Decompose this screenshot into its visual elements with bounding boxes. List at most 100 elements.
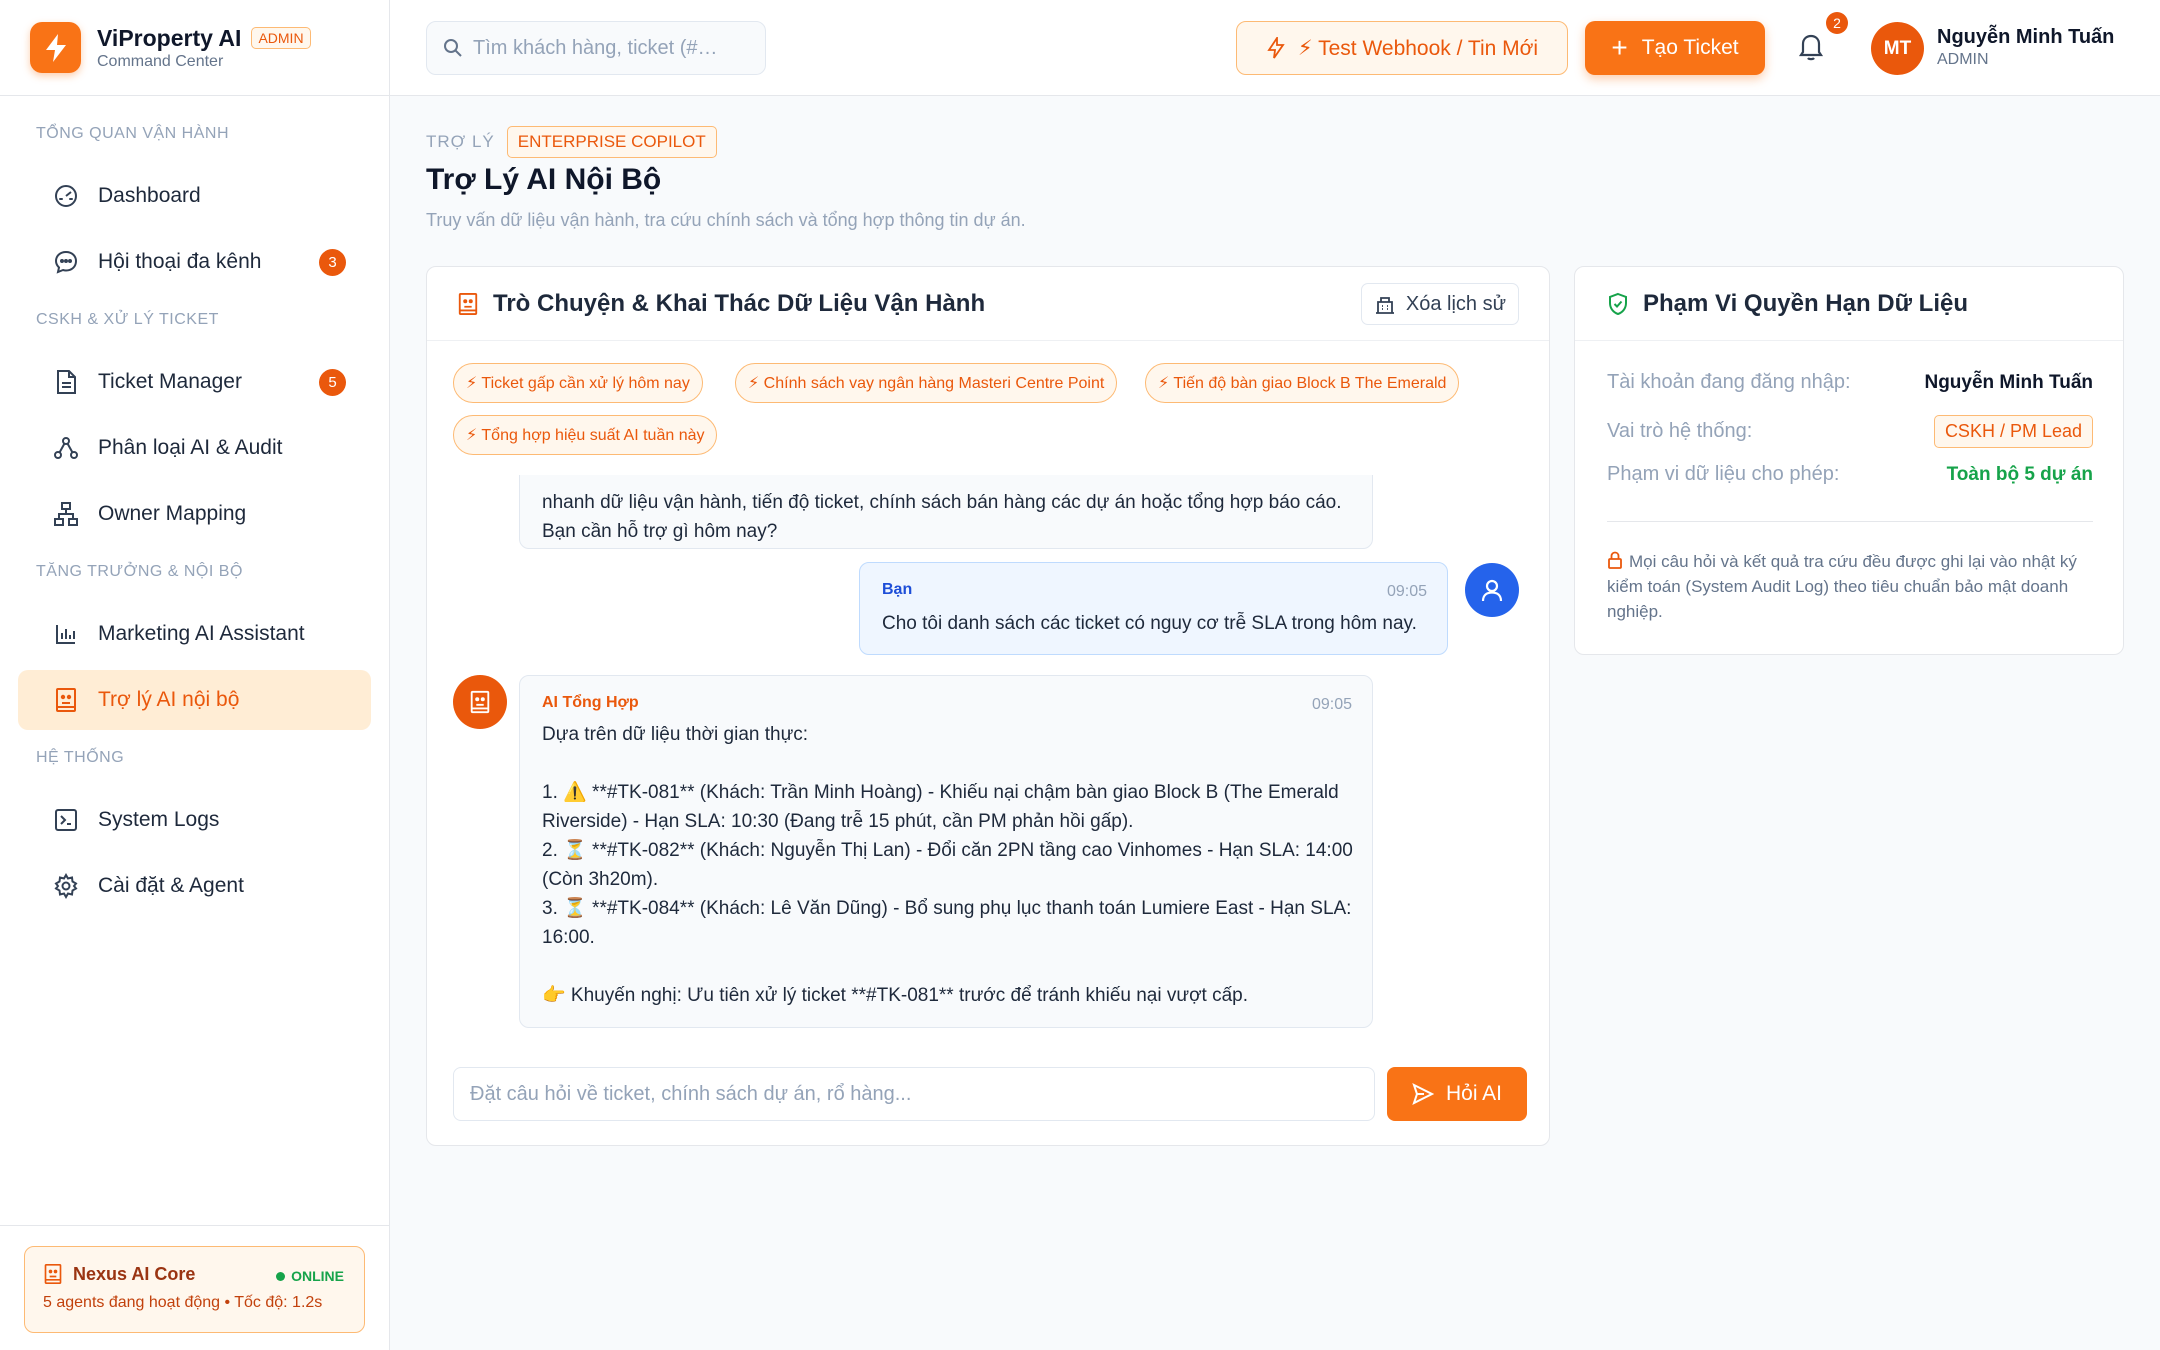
- message-text: Cho tôi danh sách các ticket có nguy cơ …: [882, 613, 1417, 634]
- sidebar-item-label: Dashboard: [98, 184, 201, 207]
- sidebar-item-marketing-ai[interactable]: Marketing AI Assistant: [18, 604, 371, 664]
- status-dot-icon: [276, 1271, 286, 1281]
- scope-row-role: Vai trò hệ thống: CSKH / PM Lead: [1607, 415, 2093, 448]
- scope-panel-header: Phạm Vi Quyền Hạn Dữ Liệu: [1575, 267, 2123, 341]
- sidebar: ViProperty AI ADMIN Command Center TỔNG …: [0, 0, 390, 1350]
- test-webhook-button[interactable]: ⚡ Test Webhook / Tin Mới: [1236, 21, 1568, 75]
- create-ticket-label: Tạo Ticket: [1641, 36, 1739, 59]
- sidebar-item-label: Owner Mapping: [98, 502, 247, 525]
- core-description: 5 agents đang hoạt động • Tốc độ: 1.2s: [43, 1294, 323, 1311]
- ai-message-bubble: AI Tổng Hợp 09:05 Dựa trên dữ liệu thời …: [519, 675, 1373, 1028]
- message-text: Dựa trên dữ liệu thời gian thực: 1. ⚠️ *…: [542, 724, 1353, 1006]
- user-role: ADMIN: [1937, 51, 1989, 68]
- ask-ai-button[interactable]: Hỏi AI: [1387, 1067, 1527, 1121]
- clear-history-button[interactable]: Xóa lịch sử: [1360, 283, 1519, 325]
- bell-icon[interactable]: [1796, 30, 1826, 62]
- sidebar-item-label: Trợ lý AI nội bộ: [98, 688, 240, 711]
- chat-panel-title: Trò Chuyện & Khai Thác Dữ Liệu Vận Hành: [493, 289, 986, 317]
- role-badge: CSKH / PM Lead: [1933, 415, 2093, 448]
- ticket-count-badge: 5: [319, 369, 346, 396]
- nodes-icon: [52, 434, 80, 462]
- page-description: Truy vấn dữ liệu vận hành, tra cứu chính…: [426, 210, 1026, 230]
- lock-icon: [1607, 551, 1623, 569]
- user-avatar[interactable]: MT: [1871, 22, 1924, 75]
- suggestion-chip[interactable]: ⚡ Chính sách vay ngân hàng Masteri Centr…: [735, 363, 1118, 403]
- online-status: ONLINE: [276, 1268, 344, 1284]
- scope-divider: [1607, 521, 2093, 522]
- sidebar-item-dashboard[interactable]: Dashboard: [18, 166, 371, 226]
- enterprise-copilot-badge: ENTERPRISE COPILOT: [506, 126, 717, 158]
- data-scope-panel: Phạm Vi Quyền Hạn Dữ Liệu Tài khoản đang…: [1574, 266, 2124, 655]
- user-message-bubble: Bạn 09:05 Cho tôi danh sách các ticket c…: [859, 562, 1448, 655]
- message-list[interactable]: nhanh dữ liệu vận hành, tiến độ ticket, …: [427, 475, 1549, 1035]
- bar-chart-icon: [52, 620, 80, 648]
- gauge-icon: [52, 182, 80, 210]
- user-avatar-icon: [1465, 563, 1519, 617]
- shield-check-icon: [1607, 292, 1629, 316]
- user-name: Nguyễn Minh Tuấn: [1937, 26, 2115, 48]
- nav-section-title: TỔNG QUAN VẬN HÀNH: [36, 125, 230, 142]
- terminal-icon: [52, 806, 80, 834]
- sidebar-item-settings-agent[interactable]: Cài đặt & Agent: [18, 856, 371, 916]
- audit-note: Mọi câu hỏi và kết quả tra cứu đều được …: [1607, 549, 2093, 624]
- ai-message-bubble: nhanh dữ liệu vận hành, tiến độ ticket, …: [519, 475, 1373, 549]
- sidebar-item-label: Marketing AI Assistant: [98, 622, 305, 645]
- sidebar-item-internal-ai[interactable]: Trợ lý AI nội bộ: [18, 670, 371, 730]
- notification-count-badge: 2: [1826, 12, 1848, 34]
- brand-subtitle: Command Center: [97, 52, 224, 70]
- suggestion-chip[interactable]: ⚡ Tiến độ bàn giao Block B The Emerald: [1145, 363, 1460, 403]
- brand[interactable]: ViProperty AI ADMIN Command Center: [0, 0, 389, 96]
- status-label: ONLINE: [291, 1268, 344, 1284]
- breadcrumb-label: TRỢ LÝ: [426, 132, 495, 151]
- clear-history-label: Xóa lịch sử: [1405, 292, 1506, 315]
- suggestion-chip[interactable]: ⚡ Tổng hợp hiệu suất AI tuần này: [453, 415, 718, 455]
- sidebar-item-ticket-manager[interactable]: Ticket Manager 5: [18, 352, 371, 412]
- chat-input[interactable]: [453, 1067, 1375, 1121]
- org-chart-icon: [52, 500, 80, 528]
- chat-bubble-icon: [52, 248, 80, 276]
- user-info[interactable]: Nguyễn Minh Tuấn ADMIN: [1937, 26, 2114, 69]
- bot-icon: [52, 686, 80, 714]
- bot-icon: [457, 292, 479, 316]
- search-icon: [443, 38, 463, 58]
- ai-core-status-card: Nexus AI Core ONLINE 5 agents đang hoạt …: [24, 1246, 365, 1333]
- scope-label: Vai trò hệ thống:: [1607, 420, 1753, 442]
- search-input[interactable]: [473, 36, 743, 60]
- search-box[interactable]: [426, 21, 766, 75]
- sidebar-item-owner-mapping[interactable]: Owner Mapping: [18, 484, 371, 544]
- bot-icon: [43, 1263, 63, 1285]
- sidebar-footer-divider: [0, 1225, 390, 1226]
- suggestion-chip[interactable]: ⚡ Ticket gấp cần xử lý hôm nay: [453, 363, 703, 403]
- ai-avatar-icon: [453, 675, 507, 729]
- sidebar-nav: TỔNG QUAN VẬN HÀNH Dashboard Hội thoại đ…: [0, 96, 389, 916]
- breadcrumb: TRỢ LÝ ENTERPRISE COPILOT: [426, 126, 717, 158]
- lightning-logo-icon: [30, 22, 81, 73]
- nav-section-title: HỆ THỐNG: [36, 749, 125, 766]
- gear-icon: [52, 872, 80, 900]
- chat-panel: Trò Chuyện & Khai Thác Dữ Liệu Vận Hành …: [426, 266, 1550, 1146]
- unread-count-badge: 3: [319, 249, 346, 276]
- sidebar-item-ai-audit[interactable]: Phân loại AI & Audit: [18, 418, 371, 478]
- message-time: 09:05: [1311, 696, 1352, 713]
- scope-label: Phạm vi dữ liệu cho phép:: [1607, 463, 1840, 485]
- building-icon: [1374, 294, 1396, 314]
- top-header: ⚡ Test Webhook / Tin Mới + Tạo Ticket 2 …: [390, 0, 2160, 96]
- message-text: nhanh dữ liệu vận hành, tiến độ ticket, …: [542, 492, 1347, 542]
- sidebar-item-label: Hội thoại đa kênh: [98, 250, 262, 273]
- message-sender: AI Tổng Hợp: [542, 694, 639, 711]
- sidebar-item-system-logs[interactable]: System Logs: [18, 790, 371, 850]
- sidebar-item-label: Phân loại AI & Audit: [98, 436, 283, 459]
- scope-label: Tài khoản đang đăng nhập:: [1607, 371, 1851, 393]
- scope-value: Nguyễn Minh Tuấn: [1924, 371, 2093, 393]
- brand-name: ViProperty AI: [97, 24, 242, 51]
- sidebar-item-conversations[interactable]: Hội thoại đa kênh 3: [18, 232, 371, 292]
- document-icon: [52, 368, 80, 396]
- scope-panel-title: Phạm Vi Quyền Hạn Dữ Liệu: [1643, 289, 1969, 317]
- audit-note-text: Mọi câu hỏi và kết quả tra cứu đều được …: [1607, 552, 2077, 621]
- send-icon: [1412, 1083, 1434, 1105]
- create-ticket-button[interactable]: + Tạo Ticket: [1585, 21, 1765, 75]
- plus-icon: +: [1611, 32, 1628, 63]
- sidebar-item-label: System Logs: [98, 808, 220, 831]
- nav-section-title: CSKH & XỬ LÝ TICKET: [36, 311, 219, 328]
- ask-ai-label: Hỏi AI: [1445, 1082, 1503, 1105]
